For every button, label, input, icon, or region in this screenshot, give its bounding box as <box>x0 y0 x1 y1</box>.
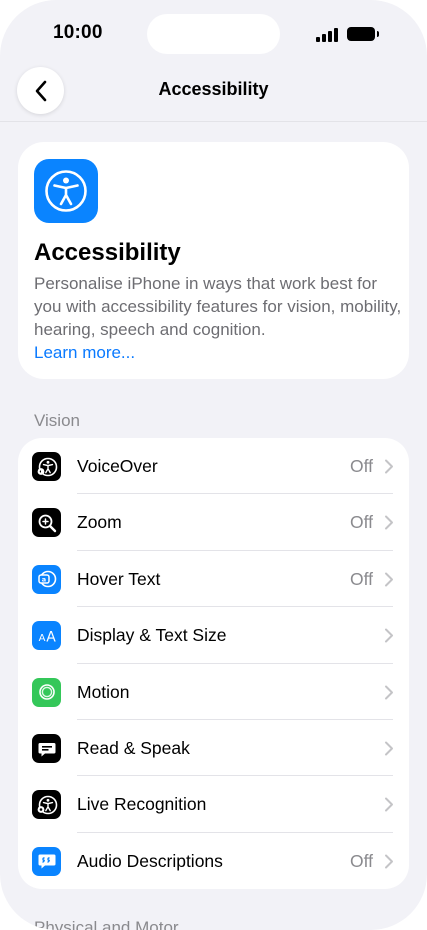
row-value: Off <box>349 850 373 871</box>
battery-icon <box>347 27 379 41</box>
svg-text:A: A <box>38 633 45 644</box>
section-header-physical-motor: Physical and Motor <box>34 918 179 930</box>
row-label: Audio Descriptions <box>77 850 223 871</box>
vision-settings-list: VoiceOver Off Zoom Off a Hover Text Off … <box>18 438 409 889</box>
row-label: Motion <box>77 681 130 702</box>
chevron-right-icon <box>385 459 393 474</box>
list-item-display-text-size[interactable]: A A Display & Text Size <box>18 607 409 664</box>
row-label: Zoom <box>77 512 122 533</box>
list-item-motion[interactable]: Motion <box>18 664 409 720</box>
text-size-icon: A A <box>32 621 61 651</box>
chevron-right-icon <box>385 797 393 812</box>
row-label: Live Recognition <box>77 794 207 815</box>
page-title: Accessibility <box>158 79 269 99</box>
read-speak-icon <box>32 734 61 763</box>
list-item-live-recognition[interactable]: Live Recognition <box>18 776 409 833</box>
chevron-right-icon <box>385 685 393 700</box>
phone-screen: 10:00 Accessibility Accessibility Person… <box>0 0 427 930</box>
status-time: 10:00 <box>53 22 103 43</box>
zoom-icon <box>32 508 61 538</box>
chevron-right-icon <box>385 741 393 756</box>
dynamic-island <box>147 14 280 54</box>
section-header-vision: Vision <box>34 411 80 430</box>
svg-text:a: a <box>41 576 45 584</box>
chevron-right-icon <box>385 572 393 587</box>
svg-text:A: A <box>46 629 56 645</box>
row-label: Display & Text Size <box>77 625 227 646</box>
hover-text-icon: a <box>32 564 61 594</box>
hero-title: Accessibility <box>34 239 181 266</box>
row-value: Off <box>349 568 373 589</box>
accessibility-person-icon <box>34 159 98 223</box>
cellular-signal-icon <box>316 28 338 42</box>
row-label: Hover Text <box>77 568 161 589</box>
list-item-hover-text[interactable]: a Hover Text Off <box>18 551 409 608</box>
list-item-audio-descriptions[interactable]: Audio Descriptions Off <box>18 833 409 889</box>
row-value: Off <box>349 512 373 533</box>
status-bar: 10:00 <box>0 0 427 60</box>
live-recognition-icon <box>32 790 61 820</box>
hero-description: Personalise iPhone in ways that work bes… <box>34 274 402 339</box>
audio-descriptions-icon <box>32 846 61 876</box>
chevron-right-icon <box>385 854 393 869</box>
voiceover-icon <box>32 452 61 481</box>
navigation-bar: Accessibility <box>0 62 427 122</box>
learn-more-link[interactable]: Learn more... <box>34 343 135 363</box>
list-item-voiceover[interactable]: VoiceOver Off <box>18 438 409 495</box>
chevron-right-icon <box>385 515 393 530</box>
list-item-read-speak[interactable]: Read & Speak <box>18 720 409 777</box>
row-label: VoiceOver <box>77 456 158 476</box>
row-value: Off <box>349 456 373 476</box>
motion-icon <box>32 677 61 707</box>
row-label: Read & Speak <box>77 738 190 758</box>
accessibility-info-card: Accessibility Personalise iPhone in ways… <box>18 142 409 379</box>
list-item-zoom[interactable]: Zoom Off <box>18 494 409 551</box>
chevron-right-icon <box>385 628 393 643</box>
